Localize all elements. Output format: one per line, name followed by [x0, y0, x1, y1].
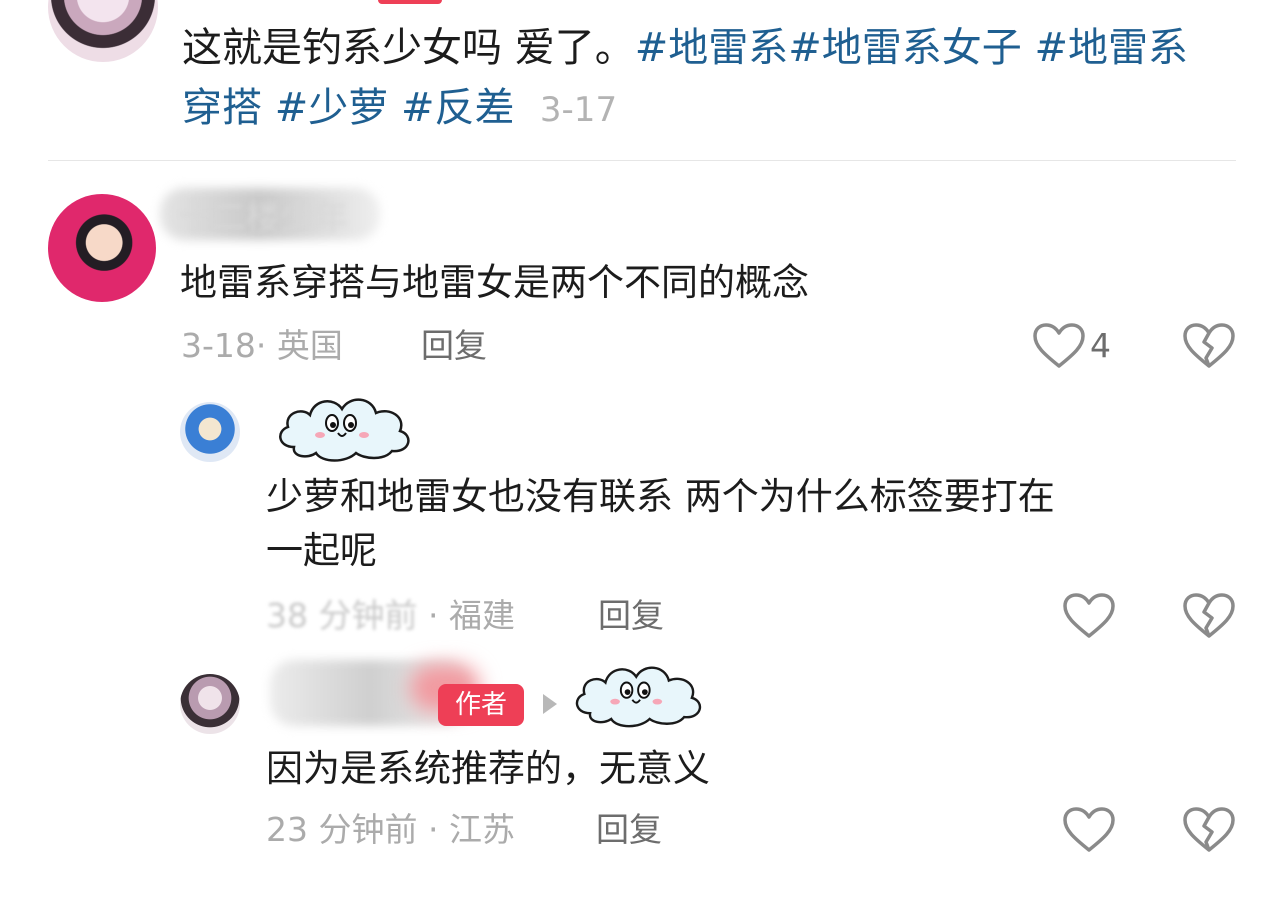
reply-meta: 23 分钟前 · 江苏	[266, 810, 515, 849]
hashtag[interactable]: #地雷系女子	[788, 25, 1034, 71]
post-caption: 这就是钓系少女吗 爱了。#地雷系#地雷系女子 #地雷系穿搭 #少萝 #反差 3-…	[182, 18, 1222, 140]
reply-meta: 38 分钟前 · 福建	[266, 594, 515, 638]
broken-heart-icon[interactable]	[1182, 592, 1236, 640]
reply-time: 38 分钟前	[266, 596, 418, 635]
post-date: 3-17	[539, 90, 618, 130]
reply-text-line: 一起呢	[266, 529, 377, 572]
heart-outline-icon[interactable]	[1032, 322, 1086, 370]
comment-text: 地雷系穿搭与地雷女是两个不同的概念	[180, 261, 809, 304]
reply-button[interactable]: 回复	[421, 324, 487, 368]
play-arrow-icon	[543, 694, 557, 714]
reply-text-line: 少萝和地雷女也没有联系 两个为什么标签要打在	[266, 475, 1055, 518]
post-author-avatar[interactable]	[48, 0, 158, 62]
heart-outline-icon[interactable]	[1062, 592, 1116, 640]
reply-button[interactable]: 回复	[598, 594, 664, 638]
reply-text: 因为是系统推荐的，无意义	[266, 747, 710, 790]
commenter-avatar[interactable]	[48, 194, 156, 302]
broken-heart-icon[interactable]	[1182, 806, 1236, 854]
broken-heart-icon[interactable]	[1182, 322, 1236, 370]
meta-separator: ·	[417, 596, 449, 635]
divider	[48, 160, 1236, 161]
top-badge-sliver	[378, 0, 442, 4]
replier-avatar[interactable]	[180, 402, 240, 462]
heart-outline-icon[interactable]	[1062, 806, 1116, 854]
reply-text: 少萝和地雷女也没有联系 两个为什么标签要打在 一起呢	[266, 470, 1055, 578]
hashtag[interactable]: #少萝	[275, 85, 401, 131]
commenter-username[interactable]: 十二楼少年	[178, 196, 348, 240]
author-avatar[interactable]	[180, 674, 240, 734]
comment-meta: 3-18· 英国	[181, 326, 343, 365]
post-text: 这就是钓系少女吗 爱了。	[182, 25, 635, 71]
reply-location: 福建	[448, 596, 515, 635]
cloud-sticker	[575, 666, 702, 728]
cloud-sticker	[279, 398, 410, 462]
author-badge: 作者	[438, 684, 524, 726]
hashtag[interactable]: #地雷系	[635, 25, 789, 71]
reply-button[interactable]: 回复	[596, 808, 662, 852]
hashtag[interactable]: #反差	[401, 85, 515, 131]
like-count: 4	[1090, 326, 1111, 365]
